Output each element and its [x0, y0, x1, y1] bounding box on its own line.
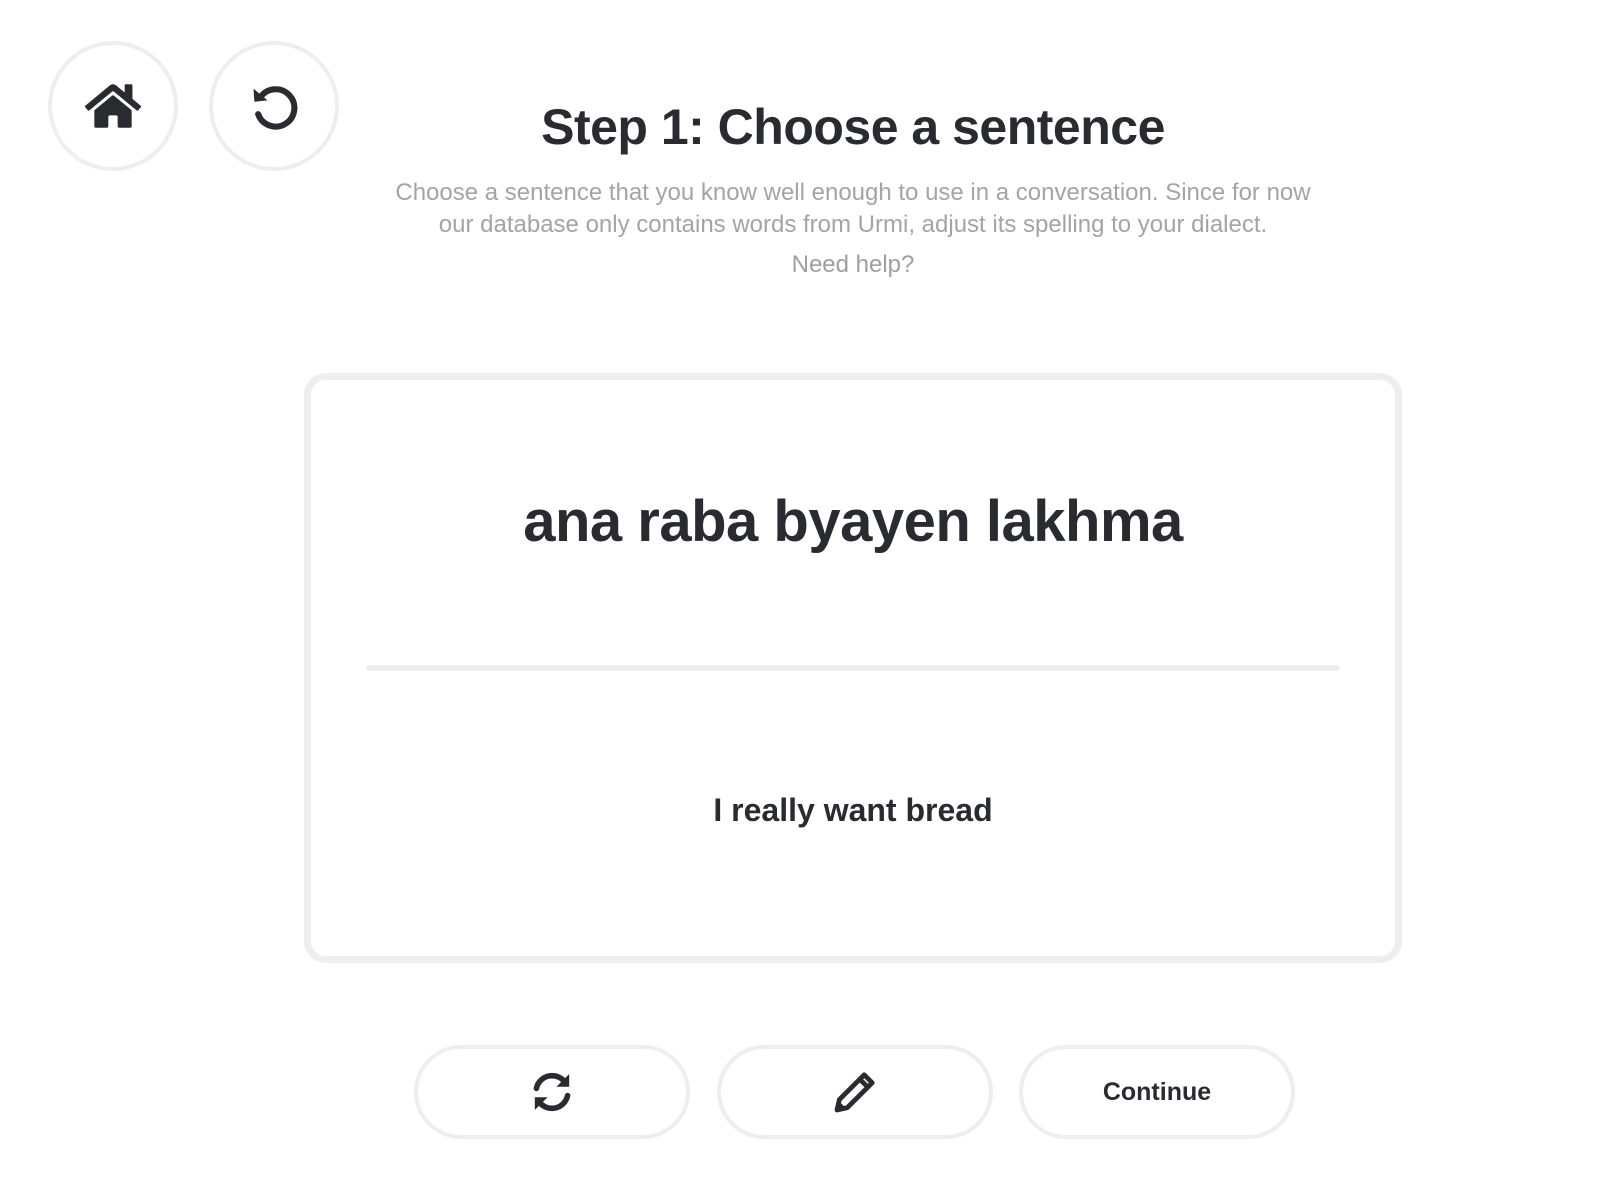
edit-sentence-button[interactable]	[717, 1045, 993, 1139]
header: Step 1: Choose a sentence Choose a sente…	[300, 100, 1406, 279]
page: Step 1: Choose a sentence Choose a sente…	[0, 0, 1606, 1184]
home-button[interactable]	[48, 41, 178, 171]
undo-icon	[253, 86, 298, 130]
sentence-text: ana raba byayen lakhma	[523, 489, 1183, 554]
instructions-text: Choose a sentence that you know well eno…	[395, 179, 1311, 238]
home-icon	[85, 84, 141, 128]
sentence-card: ana raba byayen lakhma I really want bre…	[304, 373, 1402, 963]
page-title: Step 1: Choose a sentence	[541, 99, 1165, 155]
pencil-icon	[834, 1072, 875, 1113]
need-help-link[interactable]: Need help?	[792, 251, 915, 279]
card-divider	[366, 665, 1340, 671]
continue-button[interactable]: Continue	[1019, 1045, 1295, 1139]
new-sentence-button[interactable]	[414, 1045, 690, 1139]
refresh-icon	[533, 1072, 571, 1112]
continue-label: Continue	[1102, 1077, 1212, 1106]
translation-text: I really want bread	[713, 792, 993, 828]
